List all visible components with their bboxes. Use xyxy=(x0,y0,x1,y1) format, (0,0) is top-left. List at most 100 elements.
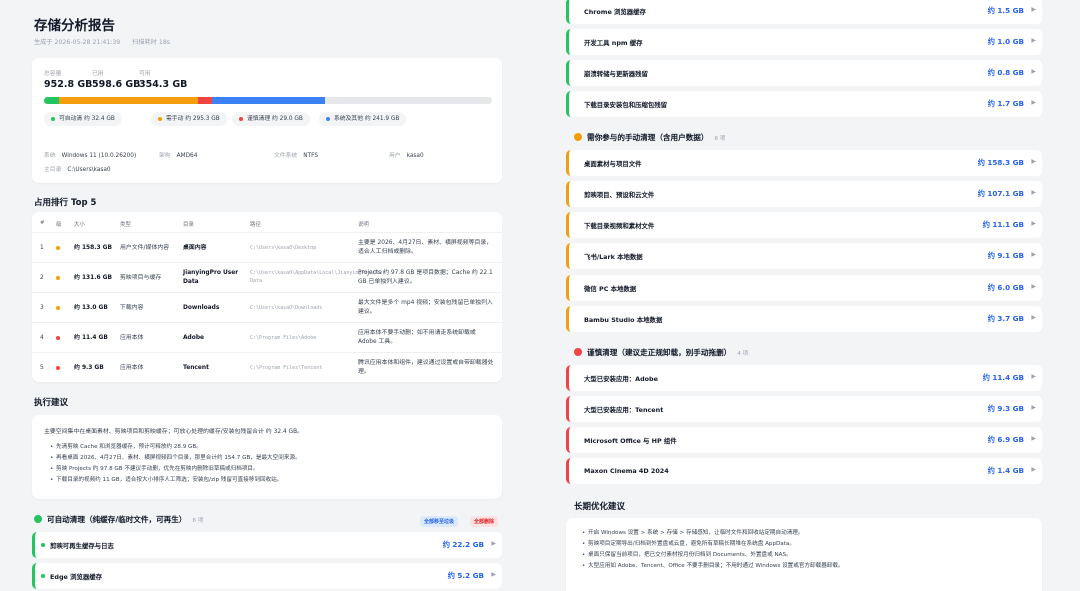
sys-fs: 文件系统 NTFS xyxy=(274,153,318,159)
usage-segment xyxy=(211,97,326,104)
longterm-item: 大型应用如 Adobe、Tencent、Office 不要手删目录；不用时通过 … xyxy=(582,561,844,572)
expand-arrow-icon[interactable]: ▶ xyxy=(1031,99,1036,106)
usage-segment xyxy=(59,97,199,104)
manual-section-header: 需你参与的手动清理（含用户数据） 6 项 xyxy=(574,132,725,143)
row-dir: Adobe xyxy=(183,335,205,341)
item-name: 崩溃转储与更新器残留 xyxy=(584,69,648,78)
row-index: 3 xyxy=(40,305,44,311)
advice-item: 先清剪映 Cache 和浏览器缓存，预计可释放约 28.9 GB。 xyxy=(50,442,301,453)
generated-time: 生成于 2026-05-28 21:41:39 xyxy=(34,39,121,46)
table-row[interactable]: 1 约 158.3 GB 用户文件/媒体内容 桌面内容 C:\Users\kas… xyxy=(32,232,502,262)
legend-dot-icon xyxy=(239,116,243,121)
table-row[interactable]: 5 约 9.3 GB 应用本体 Tencent C:\Program Files… xyxy=(32,352,502,382)
row-desc: 主要是 2026、4月27日、素材、横屏视频等目录，适合人工归档或删除。 xyxy=(358,240,493,255)
expand-arrow-icon[interactable]: ▶ xyxy=(1031,220,1036,227)
manual-item-desktop[interactable]: 桌面素材与项目文件 约 158.3 GB ▶ xyxy=(566,150,1042,176)
caution-item-c4d[interactable]: Maxon Cinema 4D 2024 约 1.4 GB ▶ xyxy=(566,458,1042,484)
manual-section-title: 需你参与的手动清理（含用户数据） xyxy=(587,133,709,142)
caution-item-adobe[interactable]: 大型已安装应用：Adobe 约 11.4 GB ▶ xyxy=(566,365,1042,391)
row-index: 1 xyxy=(40,245,44,251)
item-name: 桌面素材与项目文件 xyxy=(584,159,642,168)
summary-card: 总容量 952.8 GB 已用 598.6 GB 可用 354.3 GB 可自动… xyxy=(32,58,502,183)
advice-item: 剪映 Projects 约 97.8 GB 不建议手动删，优先在剪映内删除旧草稿… xyxy=(50,464,301,475)
expand-arrow-icon[interactable]: ▶ xyxy=(1031,6,1036,13)
expand-arrow-icon[interactable]: ▶ xyxy=(1031,158,1036,165)
expand-arrow-icon[interactable]: ▶ xyxy=(1031,251,1036,258)
expand-arrow-icon[interactable]: ▶ xyxy=(1031,37,1036,44)
right-column: Chrome 浏览器缓存 约 1.5 GB ▶ 开发工具 npm 缓存 约 1.… xyxy=(566,0,1042,591)
manual-item-bambu[interactable]: Bambu Studio 本地数据 约 3.7 GB ▶ xyxy=(566,306,1042,332)
expand-arrow-icon[interactable]: ▶ xyxy=(491,540,496,547)
auto-item-crash-dumps[interactable]: 崩溃转储与更新器残留 约 0.8 GB ▶ xyxy=(566,60,1042,86)
sys-home: 主目录 C:\Users\kasa0 xyxy=(44,167,111,173)
legend-system: 系统及其他 约 241.9 GB xyxy=(319,112,407,126)
row-size: 约 13.0 GB xyxy=(74,305,108,311)
item-size: 约 107.1 GB xyxy=(977,189,1024,198)
caution-item-tencent[interactable]: 大型已安装应用：Tencent 约 9.3 GB ▶ xyxy=(566,396,1042,422)
expand-arrow-icon[interactable]: ▶ xyxy=(1031,314,1036,321)
row-desc: Projects 约 97.8 GB 是项目数据；Cache 约 22.1 GB… xyxy=(358,270,493,285)
ranking-table: # 级 大小 类型 目录 路径 说明 1 约 158.3 GB 用户文件/媒体内… xyxy=(32,212,502,382)
th-index: # xyxy=(40,220,45,226)
row-index: 5 xyxy=(40,365,44,371)
auto-item-chrome-cache[interactable]: Chrome 浏览器缓存 约 1.5 GB ▶ xyxy=(566,0,1042,24)
caution-section-count: 4 项 xyxy=(737,351,749,357)
legend-auto: 可自动清 约 32.4 GB xyxy=(44,112,122,126)
item-size: 约 5.2 GB xyxy=(447,571,484,580)
usage-segment xyxy=(198,97,212,104)
manual-item-jianying-projects[interactable]: 剪映项目、预设和云文件 约 107.1 GB ▶ xyxy=(566,181,1042,207)
item-name: Maxon Cinema 4D 2024 xyxy=(584,466,669,475)
auto-section-title: 可自动清理（纯缓存/临时文件，可再生） xyxy=(47,515,187,524)
item-name: Chrome 浏览器缓存 xyxy=(584,7,646,16)
table-row[interactable]: 2 约 131.6 GB 剪映项目与缓存 JianyingPro User Da… xyxy=(32,262,502,292)
row-dir: Downloads xyxy=(183,305,220,311)
expand-arrow-icon[interactable]: ▶ xyxy=(1031,373,1036,380)
manual-item-wechat[interactable]: 微信 PC 本地数据 约 6.0 GB ▶ xyxy=(566,275,1042,301)
sys-user: 用户 kasa0 xyxy=(389,153,424,159)
level-dot-icon xyxy=(56,276,60,280)
select-all-trash-button[interactable]: 全部移至垃圾 xyxy=(420,516,459,527)
auto-item-npm-cache[interactable]: 开发工具 npm 缓存 约 1.0 GB ▶ xyxy=(566,29,1042,55)
caution-section-title: 谨慎清理（建议走正规卸载，别手动拖删） xyxy=(587,348,732,357)
th-type: 类型 xyxy=(120,222,131,228)
row-desc: 应用本体不要手动删；如不用请走系统卸载或 Adobe 工具。 xyxy=(358,330,476,345)
row-path: C:\Program Files\Adobe xyxy=(250,335,317,341)
manual-item-lark[interactable]: 飞书/Lark 本地数据 约 9.1 GB ▶ xyxy=(566,243,1042,269)
item-size: 约 1.5 GB xyxy=(987,6,1024,15)
item-size: 约 1.7 GB xyxy=(987,99,1024,108)
item-size: 约 9.3 GB xyxy=(987,404,1024,413)
row-path: C:\Users\kasa0\AppData\Local\JianyingPro… xyxy=(250,270,386,284)
expand-arrow-icon[interactable]: ▶ xyxy=(1031,404,1036,411)
advice-card: 主要空间集中在桌面素材、剪映项目和剪映缓存；可放心处理的缓存/安装包残留合计 约… xyxy=(32,415,502,499)
row-size: 约 158.3 GB xyxy=(74,245,112,251)
manual-item-downloads[interactable]: 下载目录视频和素材文件 约 11.1 GB ▶ xyxy=(566,212,1042,238)
row-size: 约 131.6 GB xyxy=(74,275,112,281)
auto-item-jianying-cache[interactable]: 剪映可再生缓存与日志 约 22.2 GB ▶ xyxy=(32,532,502,558)
auto-item-edge-cache[interactable]: Edge 浏览器缓存 约 5.2 GB ▶ xyxy=(32,563,502,589)
item-name: 下载目录视频和素材文件 xyxy=(584,221,655,230)
delete-all-button[interactable]: 全部删除 xyxy=(470,516,499,527)
auto-item-installer-leftovers[interactable]: 下载目录安装包和压缩包残留 约 1.7 GB ▶ xyxy=(566,91,1042,117)
th-path: 路径 xyxy=(250,222,261,228)
item-name: 大型已安装应用：Adobe xyxy=(584,374,658,383)
expand-arrow-icon[interactable]: ▶ xyxy=(491,571,496,578)
item-name: 微信 PC 本地数据 xyxy=(584,284,637,293)
table-row[interactable]: 3 约 13.0 GB 下载内容 Downloads C:\Users\kasa… xyxy=(32,292,502,322)
level-dot-icon xyxy=(56,336,60,340)
expand-arrow-icon[interactable]: ▶ xyxy=(1031,68,1036,75)
item-name: 大型已安装应用：Tencent xyxy=(584,405,664,414)
table-row[interactable]: 4 约 11.4 GB 应用本体 Adobe C:\Program Files\… xyxy=(32,322,502,352)
item-size: 约 3.7 GB xyxy=(987,314,1024,323)
usage-segment xyxy=(44,97,60,104)
expand-arrow-icon[interactable]: ▶ xyxy=(1031,466,1036,473)
stat-total: 总容量 952.8 GB xyxy=(44,71,93,90)
item-name: Microsoft Office 与 HP 组件 xyxy=(584,436,677,445)
usage-bar xyxy=(44,97,492,104)
row-type: 应用本体 xyxy=(120,365,144,371)
caution-item-office[interactable]: Microsoft Office 与 HP 组件 约 6.9 GB ▶ xyxy=(566,427,1042,453)
expand-arrow-icon[interactable]: ▶ xyxy=(1031,189,1036,196)
expand-arrow-icon[interactable]: ▶ xyxy=(1031,283,1036,290)
expand-arrow-icon[interactable]: ▶ xyxy=(1031,435,1036,442)
row-index: 4 xyxy=(40,335,44,341)
row-path: C:\Users\kasa0\Desktop xyxy=(250,245,317,251)
